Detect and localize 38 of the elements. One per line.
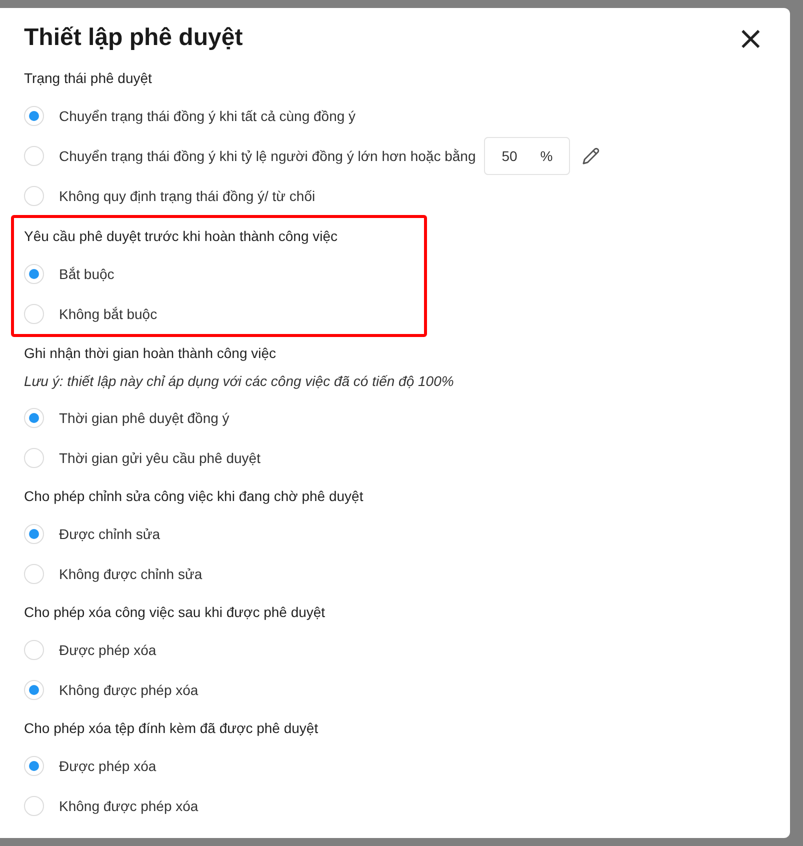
option-label[interactable]: Thời gian gửi yêu cầu phê duyệt [59, 450, 260, 466]
section-note: Lưu ý: thiết lập này chỉ áp dụng với các công việc đã có tiến độ 100% [24, 372, 455, 391]
radio-button[interactable] [24, 640, 44, 660]
radio-button[interactable] [24, 106, 44, 126]
radio-button[interactable] [24, 524, 44, 544]
option-label[interactable]: Chuyển trạng thái đồng ý khi tỷ lệ người đồng ý lớn hơn hoặc bằng [59, 148, 476, 164]
section-heading: Trạng thái phê duyệt [24, 70, 152, 86]
section-heading: Cho phép xóa tệp đính kèm đã được phê duyệt [24, 720, 318, 736]
option-label[interactable]: Được phép xóa [59, 642, 156, 658]
section-heading: Yêu cầu phê duyệt trước khi hoàn thành công việc [24, 228, 338, 244]
option-label[interactable]: Không quy định trạng thái đồng ý/ từ chối [59, 188, 316, 204]
option-label[interactable]: Được phép xóa [59, 758, 156, 774]
radio-button[interactable] [24, 264, 44, 284]
radio-button[interactable] [24, 448, 44, 468]
dialog-title: Thiết lập phê duyệt [24, 24, 243, 52]
option-label[interactable]: Bắt buộc [59, 266, 114, 282]
option-label[interactable]: Không được phép xóa [59, 682, 198, 698]
radio-button[interactable] [24, 680, 44, 700]
radio-button[interactable] [24, 146, 44, 166]
section-heading: Ghi nhận thời gian hoàn thành công việc [24, 345, 276, 361]
section-heading: Cho phép xóa công việc sau khi được phê duyệt [24, 604, 326, 620]
pencil-icon[interactable] [582, 147, 600, 165]
percent-unit: % [540, 148, 553, 164]
option-label[interactable]: Không được phép xóa [59, 798, 198, 814]
radio-button[interactable] [24, 186, 44, 206]
option-label[interactable]: Không bắt buộc [59, 306, 158, 322]
section-heading: Cho phép chỉnh sửa công việc khi đang chờ phê duyệt [24, 488, 364, 504]
radio-button[interactable] [24, 304, 44, 324]
radio-button[interactable] [24, 564, 44, 584]
option-label[interactable]: Thời gian phê duyệt đồng ý [59, 410, 230, 426]
option-label[interactable]: Chuyển trạng thái đồng ý khi tất cả cùng đồng ý [59, 108, 356, 124]
percent-field[interactable]: 50 % [484, 137, 570, 175]
option-label[interactable]: Được chỉnh sửa [59, 526, 160, 542]
option-label[interactable]: Không được chỉnh sửa [59, 566, 202, 582]
radio-button[interactable] [24, 796, 44, 816]
radio-button[interactable] [24, 756, 44, 776]
close-button[interactable]: × [733, 24, 768, 52]
radio-button[interactable] [24, 408, 44, 428]
